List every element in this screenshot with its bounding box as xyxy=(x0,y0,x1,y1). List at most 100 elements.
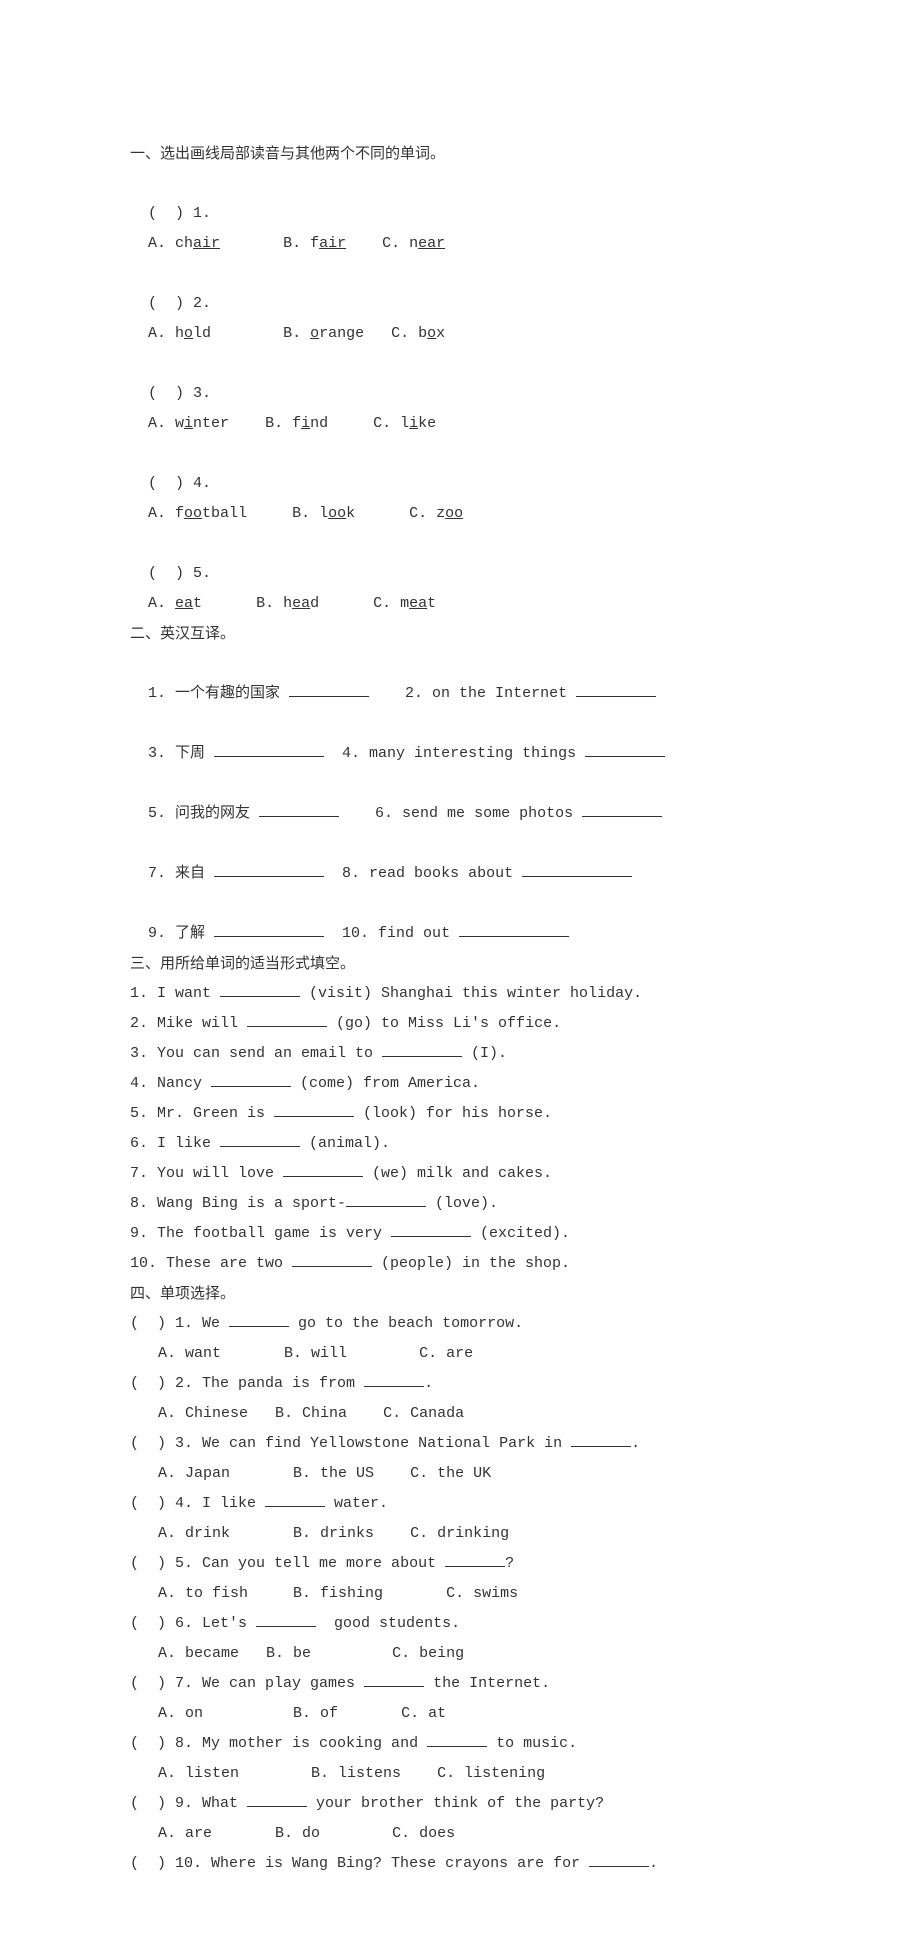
s1-q5-a-pre: A. xyxy=(148,595,175,612)
s4-q4-b: B. drinks xyxy=(293,1525,374,1542)
s1-q5-b-u: ea xyxy=(292,595,310,612)
s4-q5-stem-b: ? xyxy=(505,1555,514,1572)
s3-q3-b: (I). xyxy=(462,1045,507,1062)
s4-q6-b: B. be xyxy=(266,1645,311,1662)
s4-q3-opts: A. Japan B. the US C. the UK xyxy=(130,1459,790,1489)
blank xyxy=(214,860,324,878)
s4-q1-num: ( ) 1. xyxy=(130,1315,193,1332)
s4-q3-a: A. Japan xyxy=(158,1465,230,1482)
blank xyxy=(220,980,300,998)
s1-q1-b-pre: B. f xyxy=(283,235,319,252)
blank xyxy=(364,1670,424,1688)
blank xyxy=(459,920,569,938)
blank xyxy=(283,1160,363,1178)
blank xyxy=(289,680,369,698)
s1-q4: ( ) 4. A. football B. look C. zoo xyxy=(130,439,790,529)
s4-q7: ( ) 7. We can play games the Internet. xyxy=(130,1669,790,1699)
s1-q3-b-post: nd xyxy=(310,415,328,432)
s4-q8-b: B. listens xyxy=(311,1765,401,1782)
blank xyxy=(274,1100,354,1118)
s1-q5-a-u: ea xyxy=(175,595,193,612)
blank xyxy=(214,920,324,938)
s1-q1-c-u: ear xyxy=(418,235,445,252)
blank xyxy=(247,1790,307,1808)
s3-q10: 10. These are two (people) in the shop. xyxy=(130,1249,790,1279)
s2-q9: 9. 了解 xyxy=(148,925,214,942)
s4-q4-stem-b: water. xyxy=(325,1495,388,1512)
s4-q4-num: ( ) 4. xyxy=(130,1495,193,1512)
blank xyxy=(364,1370,424,1388)
s3-q4: 4. Nancy (come) from America. xyxy=(130,1069,790,1099)
s4-q9: ( ) 9. What your brother think of the pa… xyxy=(130,1789,790,1819)
s1-q4-a-u: oo xyxy=(184,505,202,522)
s4-q8-a: A. listen xyxy=(158,1765,239,1782)
s1-q2: ( ) 2. A. hold B. orange C. box xyxy=(130,259,790,349)
s3-q1-a: 1. I want xyxy=(130,985,220,1002)
s2-q1: 1. 一个有趣的国家 xyxy=(148,685,289,702)
s3-q6: 6. I like (animal). xyxy=(130,1129,790,1159)
s4-q9-b: B. do xyxy=(275,1825,320,1842)
s4-q4: ( ) 4. I like water. xyxy=(130,1489,790,1519)
s3-q6-a: 6. I like xyxy=(130,1135,220,1152)
s4-q7-opts: A. on B. of C. at xyxy=(130,1699,790,1729)
blank xyxy=(589,1850,649,1868)
s4-q9-opts: A. are B. do C. does xyxy=(130,1819,790,1849)
s4-q4-a: A. drink xyxy=(158,1525,230,1542)
s3-q1-b: (visit) Shanghai this winter holiday. xyxy=(300,985,642,1002)
s4-q5-num: ( ) 5. xyxy=(130,1555,193,1572)
section-4-title: 四、单项选择。 xyxy=(130,1279,790,1309)
s4-q8-stem-a: My mother is cooking and xyxy=(202,1735,427,1752)
blank xyxy=(445,1550,505,1568)
s4-q1-opts: A. want B. will C. are xyxy=(130,1339,790,1369)
blank xyxy=(576,680,656,698)
s3-q5-b: (look) for his horse. xyxy=(354,1105,552,1122)
s4-q1-stem-a: We xyxy=(202,1315,229,1332)
s1-q3-c-post: ke xyxy=(418,415,436,432)
s4-q1-c: C. are xyxy=(419,1345,473,1362)
s4-q6-a: A. became xyxy=(158,1645,239,1662)
s1-q2-a-pre: A. h xyxy=(148,325,184,342)
s1-q3: ( ) 3. A. winter B. find C. like xyxy=(130,349,790,439)
s1-q4-b-pre: B. l xyxy=(292,505,328,522)
blank xyxy=(211,1070,291,1088)
s1-q4-b-u: oo xyxy=(328,505,346,522)
s1-q5-b-post: d xyxy=(310,595,319,612)
s4-q2-stem-b: . xyxy=(424,1375,433,1392)
s3-q2: 2. Mike will (go) to Miss Li's office. xyxy=(130,1009,790,1039)
s4-q2-stem-a: The panda is from xyxy=(202,1375,364,1392)
blank xyxy=(382,1040,462,1058)
s4-q3-c: C. the UK xyxy=(410,1465,491,1482)
blank xyxy=(214,740,324,758)
s4-q10-stem-a: Where is Wang Bing? These crayons are fo… xyxy=(211,1855,589,1872)
s3-q8-a: 8. Wang Bing is a sport- xyxy=(130,1195,346,1212)
s1-q2-b-pre: B. xyxy=(283,325,310,342)
s4-q2-opts: A. Chinese B. China C. Canada xyxy=(130,1399,790,1429)
blank xyxy=(220,1130,300,1148)
s1-q3-a-post: nter xyxy=(193,415,229,432)
s4-q4-c: C. drinking xyxy=(410,1525,509,1542)
s3-q6-b: (animal). xyxy=(300,1135,390,1152)
s3-q2-a: 2. Mike will xyxy=(130,1015,247,1032)
s2-q4: 4. many interesting things xyxy=(342,745,585,762)
s3-q5: 5. Mr. Green is (look) for his horse. xyxy=(130,1099,790,1129)
s4-q10: ( ) 10. Where is Wang Bing? These crayon… xyxy=(130,1849,790,1879)
s4-q5-c: C. swims xyxy=(446,1585,518,1602)
s4-q1-b: B. will xyxy=(284,1345,347,1362)
s1-q5-a-post: t xyxy=(193,595,202,612)
s2-row5: 9. 了解 10. find out xyxy=(130,889,790,949)
s1-q3-b-u: i xyxy=(301,415,310,432)
s4-q7-b: B. of xyxy=(293,1705,338,1722)
s1-q2-c-pre: C. b xyxy=(391,325,427,342)
s2-row4: 7. 来自 8. read books about xyxy=(130,829,790,889)
s4-q5-opts: A. to fish B. fishing C. swims xyxy=(130,1579,790,1609)
s3-q10-a: 10. These are two xyxy=(130,1255,292,1272)
s1-q5-b-pre: B. h xyxy=(256,595,292,612)
s4-q6-opts: A. became B. be C. being xyxy=(130,1639,790,1669)
s1-q4-a-pre: A. f xyxy=(148,505,184,522)
s3-q1: 1. I want (visit) Shanghai this winter h… xyxy=(130,979,790,1009)
s4-q7-stem-a: We can play games xyxy=(202,1675,364,1692)
s3-q3-a: 3. You can send an email to xyxy=(130,1045,382,1062)
s3-q9: 9. The football game is very (excited). xyxy=(130,1219,790,1249)
blank xyxy=(256,1610,316,1628)
s2-q6: 6. send me some photos xyxy=(375,805,582,822)
